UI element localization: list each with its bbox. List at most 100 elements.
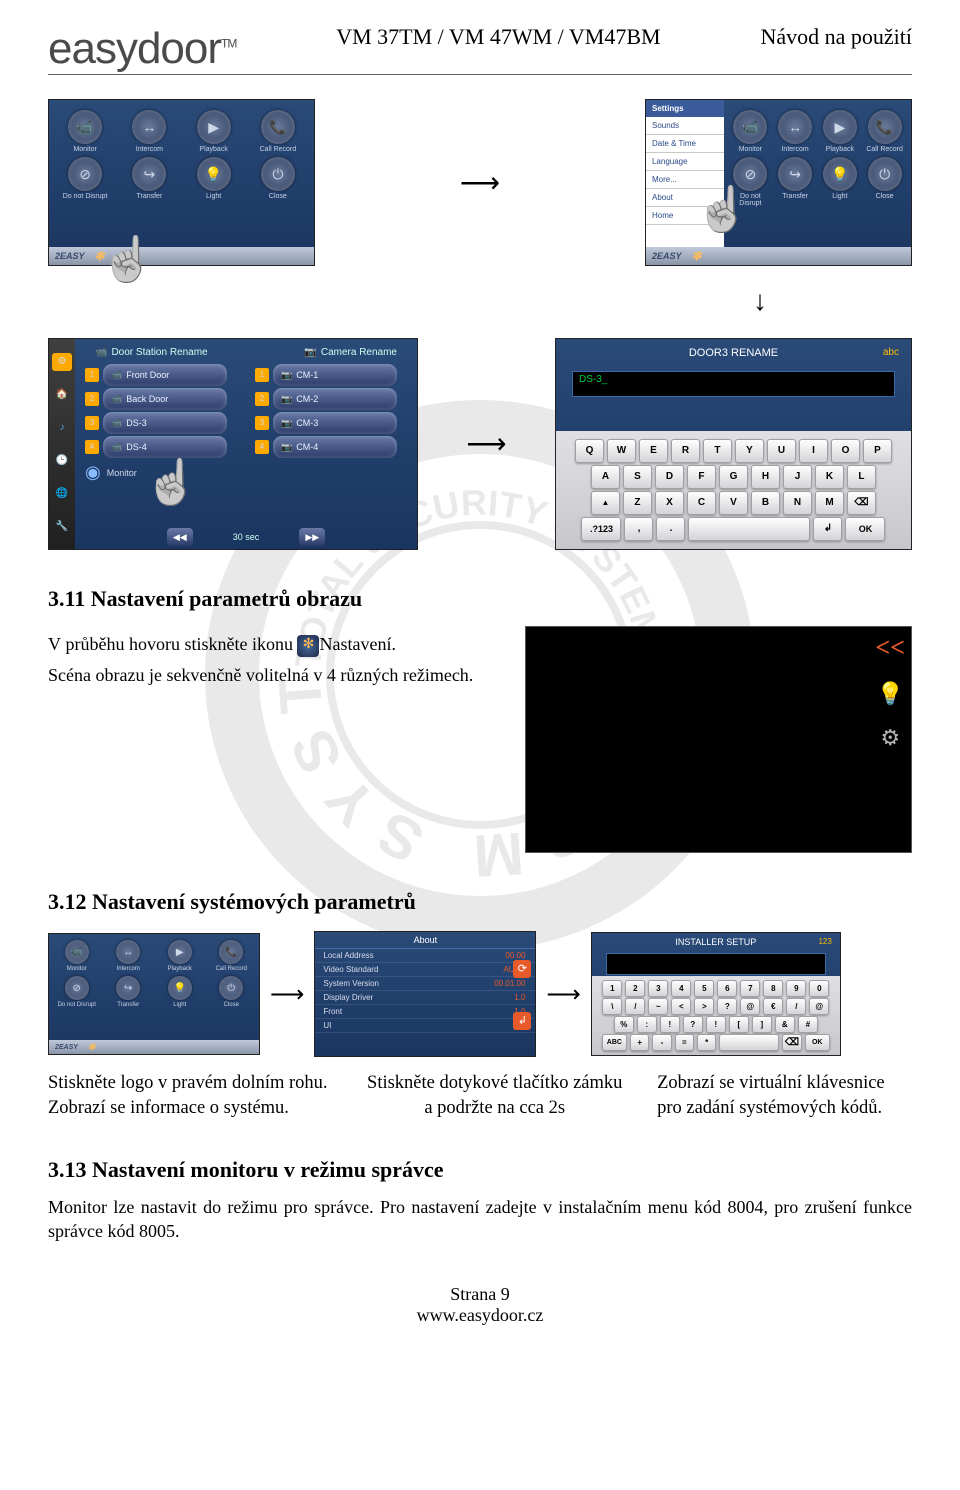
home-icon-transfer: ↪Transfer (775, 157, 816, 207)
key: D (655, 465, 684, 489)
caption-2b: a podržte na cca 2s (424, 1098, 565, 1118)
rename-row: 3📹DS-33📷CM-3 (85, 412, 407, 434)
about-row: Local Address00.00 (315, 949, 535, 963)
key: M (815, 491, 844, 515)
settings-item-sounds: Sounds (646, 117, 724, 135)
home-icon-intercom: ↔Intercom (105, 940, 153, 972)
pointing-hand-icon (138, 464, 182, 524)
key-ok: OK (805, 1034, 830, 1051)
home-icon-playback: ▶Playback (156, 940, 204, 972)
caption-row-312: Stiskněte logo v pravém dolním rohu. Zob… (48, 1071, 912, 1121)
key: H (751, 465, 780, 489)
figure-step-1: 📹Monitor↔Intercom▶Playback📞Call Record⊘D… (48, 99, 912, 266)
rename-row: 1📹Front Door1📷CM-1 (85, 364, 407, 386)
doc-type: Návod na použití (760, 24, 912, 50)
key: V (719, 491, 748, 515)
key: X (655, 491, 684, 515)
arrow-right-icon: ⟶ (456, 427, 516, 461)
interval-label: 30 sec (233, 532, 260, 542)
monitor-label: Monitor (107, 468, 137, 478)
pointing-hand-icon (689, 191, 733, 251)
code-input (606, 953, 826, 975)
key: Y (735, 439, 764, 463)
prev-icon: ◀◀ (167, 528, 193, 546)
input-mode: abc (883, 347, 899, 358)
screenshot-home: 📹Monitor↔Intercom▶Playback📞Call Record ⊘D… (48, 99, 315, 266)
gear-icon: ✻ (692, 249, 702, 263)
settings-icon: ✻ (297, 635, 319, 657)
key-space (688, 517, 810, 541)
rename-row: 2📹Back Door2📷CM-2 (85, 388, 407, 410)
key: F (687, 465, 716, 489)
home-icon-monitor: 📹Monitor (55, 110, 115, 153)
settings-item-date-time: Date & Time (646, 135, 724, 153)
home-icon-playback: ▶Playback (184, 110, 244, 153)
home-icon-call-record: 📞Call Record (208, 940, 256, 972)
home-icon-intercom: ↔Intercom (775, 110, 816, 153)
home-icon-transfer: ↪Transfer (119, 157, 179, 200)
settings-header: Settings (646, 100, 724, 117)
key: J (783, 465, 812, 489)
keyboard-title: DOOR3 RENAME (556, 339, 911, 367)
screenshot-rename: ⚙ 🏠 ♪ 🕒 🌐 🔧 📹 Door Station Rename 📷 Came… (48, 338, 418, 550)
caption-1a: Stiskněte logo v pravém dolním rohu. (48, 1073, 328, 1093)
key: S (623, 465, 652, 489)
screenshot-settings-menu: Settings SoundsDate & TimeLanguageMore..… (645, 99, 912, 266)
about-row: Front1.0 (315, 1005, 535, 1019)
key: I (799, 439, 828, 463)
figure-row-312: 📹Monitor↔Intercom▶Playback📞Call Record⊘D… (48, 931, 912, 1057)
caption-1b: Zobrazí se informace o systému. (48, 1098, 289, 1118)
arrow-down-icon: ↓ (608, 286, 912, 318)
page-header: easydoorTM VM 37TM / VM 47WM / VM47BM Ná… (48, 24, 912, 75)
key: Z (623, 491, 652, 515)
rename-row: 4📹DS-44📷CM-4 (85, 436, 407, 458)
home-icon-do-not-disrupt: ⊘Do not Disrupt (55, 157, 115, 200)
about-row: System Version00.01.00 (315, 977, 535, 991)
home-icon-light: 💡Light (819, 157, 860, 207)
home-icon-transfer: ↪Transfer (105, 976, 153, 1008)
caption-3a: Zobrazí se virtuální klávesnice (657, 1073, 885, 1093)
back-icon: << (875, 633, 905, 663)
key: C (687, 491, 716, 515)
key: T (703, 439, 732, 463)
about-row: Display Driver1.0 (315, 991, 535, 1005)
about-row: Video StandardAUTO (315, 963, 535, 977)
section-heading-312: 3.12 Nastavení systémových parametrů (48, 889, 912, 915)
key-ok: OK (845, 517, 885, 541)
rename-input: DS-3_ (572, 371, 895, 397)
key: B (751, 491, 780, 515)
section-heading-313: 3.13 Nastavení monitoru v režimu správce (48, 1157, 912, 1183)
sidebar-tab-selected: ⚙ (52, 353, 72, 371)
column-header-doors: 📹 Door Station Rename (95, 347, 208, 358)
key-abc: ABC (602, 1034, 627, 1051)
home-icon-call-record: 📞Call Record (248, 110, 308, 153)
home-icon-monitor: 📹Monitor (53, 940, 101, 972)
installer-title: INSTALLER SETUP (592, 933, 840, 951)
gear-icon: ⚙ (880, 725, 900, 751)
bulb-icon: 💡 (876, 681, 903, 707)
caption-2a: Stiskněte dotykové tlačítko zámku (367, 1073, 622, 1093)
key: U (767, 439, 796, 463)
section-313-p: Monitor lze nastavit do režimu pro správ… (48, 1195, 912, 1244)
key: O (831, 439, 860, 463)
music-icon: ♪ (52, 419, 72, 437)
page-footer: Strana 9 www.easydoor.cz (48, 1284, 912, 1326)
home-icon-close: ⏻Close (248, 157, 308, 200)
home-icon-close: ⏻Close (864, 157, 905, 207)
arrow-right-icon: ⟶ (268, 980, 306, 1009)
settings-item-language: Language (646, 153, 724, 171)
home-icon-monitor: 📹Monitor (730, 110, 771, 153)
screenshot-installer: INSTALLER SETUP 123 1234567890 \/~<>?@€/… (591, 932, 841, 1056)
home-icon-light: 💡Light (156, 976, 204, 1008)
pointing-hand-icon (94, 241, 138, 301)
key: N (783, 491, 812, 515)
key-space (719, 1034, 779, 1051)
key: A (591, 465, 620, 489)
figure-step-2: ⚙ 🏠 ♪ 🕒 🌐 🔧 📹 Door Station Rename 📷 Came… (48, 338, 912, 550)
section-311-p2: Scéna obrazu je sekvenčně volitelná v 4 … (48, 663, 501, 687)
about-row: UI1.0 (315, 1019, 535, 1033)
monitor-icon: ◉ (85, 462, 101, 483)
refresh-icon: ⟳ (513, 960, 531, 978)
home-icon-intercom: ↔Intercom (119, 110, 179, 153)
tools-icon: 🔧 (52, 518, 72, 536)
